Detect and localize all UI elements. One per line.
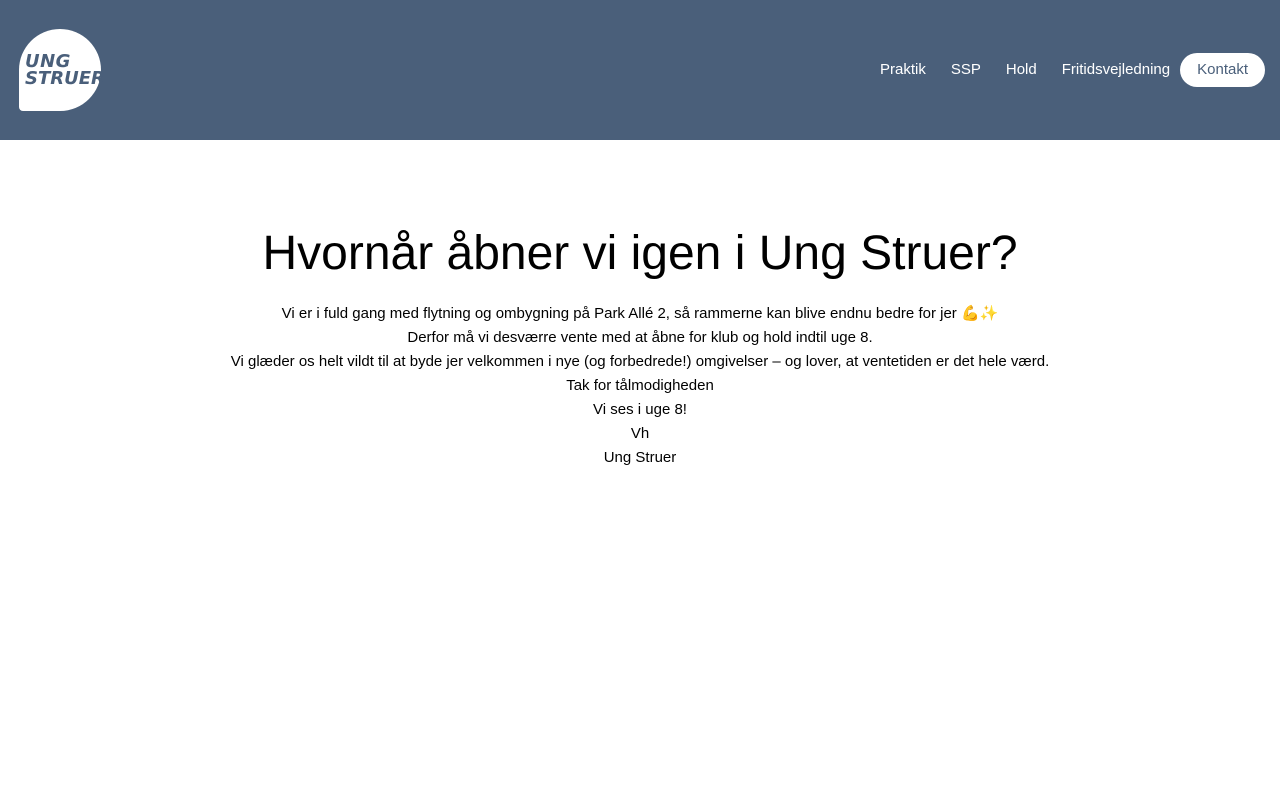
- announcement-signature: Ung Struer: [603, 449, 677, 466]
- logo-line-2: STRUER: [25, 68, 105, 89]
- nav-item-praktik[interactable]: Praktik: [880, 53, 926, 87]
- ung-struer-logo[interactable]: UNG STRUER: [19, 29, 105, 111]
- main-nav: Praktik SSP Hold Fritidsvejledning Konta…: [880, 53, 1265, 87]
- main-content: Hvornår åbner vi igen i Ung Struer? Vi e…: [0, 140, 1280, 470]
- site-header: UNG STRUER Praktik SSP Hold Fritidsvejle…: [0, 0, 1280, 140]
- nav-item-hold[interactable]: Hold: [1006, 53, 1037, 87]
- nav-item-fritidsvejledning[interactable]: Fritidsvejledning: [1062, 53, 1170, 87]
- announcement-text: Vi er i fuld gang med flytning og ombygn…: [0, 302, 1280, 470]
- page-title: Hvornår åbner vi igen i Ung Struer?: [262, 227, 1018, 280]
- announcement-line: Tak for tålmodigheden: [566, 377, 714, 394]
- announcement-line: Vh: [630, 425, 650, 442]
- announcement-line: Vi glæder os helt vildt til at byde jer …: [230, 353, 1050, 370]
- announcement-line: Vi ses i uge 8!: [593, 401, 687, 418]
- nav-item-ssp[interactable]: SSP: [951, 53, 981, 87]
- kontakt-button[interactable]: Kontakt: [1180, 53, 1265, 87]
- announcement-line: Vi er i fuld gang med flytning og ombygn…: [281, 305, 999, 322]
- announcement-line: Derfor må vi desværre vente med at åbne …: [407, 329, 873, 346]
